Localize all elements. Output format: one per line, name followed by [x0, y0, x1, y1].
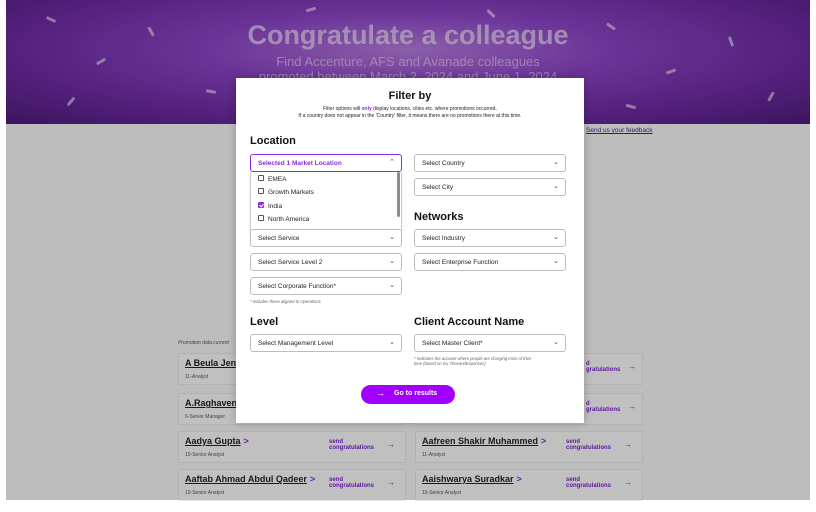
chevron-down-icon: ⌄ — [389, 234, 395, 241]
chevron-down-icon: ⌄ — [553, 339, 559, 346]
checkbox-icon[interactable] — [258, 188, 264, 195]
chevron-down-icon: ⌄ — [553, 159, 559, 166]
management-level-select[interactable]: Select Management Level ⌄ — [250, 334, 402, 352]
market-option-growth-markets[interactable]: Growth Markets — [258, 188, 314, 196]
city-select[interactable]: Select City ⌄ — [414, 178, 566, 196]
corporate-function-select[interactable]: Select Corporate Function* ⌄ — [250, 277, 402, 295]
modal-title: Filter by — [388, 90, 432, 102]
checkbox-checked-icon[interactable] — [258, 202, 264, 209]
market-location-dropdown: EMEA Growth Markets India North America — [250, 172, 402, 232]
country-select[interactable]: Select Country ⌄ — [414, 154, 566, 172]
market-option-emea[interactable]: EMEA — [258, 175, 286, 183]
master-client-note: * Indicates the account where people are… — [414, 356, 532, 366]
checkbox-icon[interactable] — [258, 175, 264, 182]
modal-description: Filter options will only display locatio… — [298, 106, 522, 119]
go-to-results-button[interactable]: → Go to results — [361, 385, 455, 404]
chevron-down-icon: ⌄ — [553, 258, 559, 265]
service-level2-select[interactable]: Select Service Level 2 ⌄ — [250, 253, 402, 271]
market-option-india[interactable]: India — [258, 202, 282, 210]
chevron-down-icon: ⌄ — [389, 339, 395, 346]
section-location: Location — [250, 135, 296, 147]
corporate-function-note: * Includes those aligned to Operations — [250, 299, 321, 304]
industry-select[interactable]: Select Industry ⌄ — [414, 229, 566, 247]
section-networks: Networks — [414, 211, 464, 223]
dropdown-scrollbar[interactable] — [397, 172, 400, 217]
enterprise-function-select[interactable]: Select Enterprise Function ⌄ — [414, 253, 566, 271]
section-client-account: Client Account Name — [414, 316, 525, 328]
chevron-down-icon: ⌄ — [553, 183, 559, 190]
master-client-select[interactable]: Select Master Client* ⌄ — [414, 334, 566, 352]
chevron-down-icon: ⌄ — [389, 258, 395, 265]
chevron-down-icon: ⌄ — [389, 282, 395, 289]
chevron-up-icon: ⌃ — [389, 159, 395, 166]
chevron-down-icon: ⌄ — [553, 234, 559, 241]
arrow-right-icon: → — [376, 388, 385, 398]
checkbox-icon[interactable] — [258, 215, 264, 222]
market-option-north-america[interactable]: North America — [258, 215, 309, 223]
service-select[interactable]: Select Service ⌄ — [250, 229, 402, 247]
filter-modal: Filter by Filter options will only displ… — [236, 78, 584, 423]
section-level: Level — [250, 316, 279, 328]
market-location-select[interactable]: Selected 1 Market Location ⌃ — [250, 154, 402, 172]
